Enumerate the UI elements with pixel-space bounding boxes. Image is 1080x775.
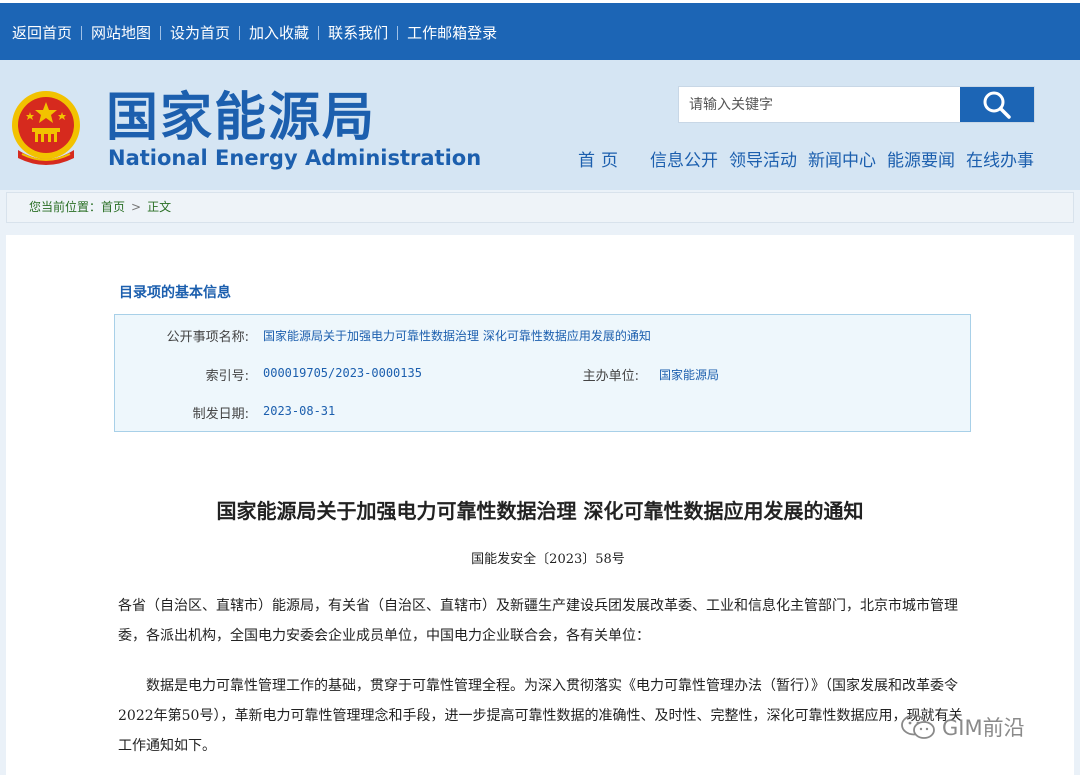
top-link-work-email[interactable]: 工作邮箱登录 xyxy=(407,22,497,43)
top-link-home[interactable]: 返回首页 xyxy=(12,22,72,43)
breadcrumb-home-link[interactable]: 首页 xyxy=(101,200,125,214)
search-input[interactable] xyxy=(679,87,981,122)
wechat-icon xyxy=(901,714,935,739)
nav-item-leader-activities[interactable]: 领导活动 xyxy=(729,146,797,171)
item-name-label: 公开事项名称: xyxy=(166,330,249,345)
top-link-set-homepage[interactable]: 设为首页 xyxy=(170,22,230,43)
info-table: 公开事项名称: 国家能源局关于加强电力可靠性数据治理 深化可靠性数据应用发展的通… xyxy=(114,314,971,432)
divider xyxy=(160,25,162,40)
main-nav: 首页 信息公开 领导活动 新闻中心 能源要闻 在线办事 xyxy=(578,146,1045,171)
divider xyxy=(81,25,83,40)
date-label: 制发日期: xyxy=(192,407,249,422)
divider xyxy=(239,25,241,40)
site-title-en: National Energy Administration xyxy=(108,146,482,170)
article-content: 目录项的基本信息 公开事项名称: 国家能源局关于加强电力可靠性数据治理 深化可靠… xyxy=(6,235,1074,775)
nav-item-online-services[interactable]: 在线办事 xyxy=(966,146,1034,171)
nav-item-energy-news[interactable]: 能源要闻 xyxy=(887,146,955,171)
info-section-title: 目录项的基本信息 xyxy=(119,285,231,301)
breadcrumb-current: 正文 xyxy=(147,200,172,214)
search-box xyxy=(678,86,1035,123)
divider xyxy=(318,25,320,40)
breadcrumb: 您当前位置：首页 > 正文 xyxy=(6,192,1074,223)
paragraph-addressees: 各省（自治区、直辖市）能源局，有关省（自治区、直辖市）及新疆生产建设兵团发展改革… xyxy=(118,598,958,644)
breadcrumb-prefix: 您当前位置： xyxy=(29,200,102,214)
top-link-sitemap[interactable]: 网站地图 xyxy=(91,22,151,43)
paragraph-body: 数据是电力可靠性管理工作的基础，贯穿于可靠性管理全程。为深入贯彻落实《电力可靠性… xyxy=(118,678,963,754)
search-button[interactable] xyxy=(960,87,1034,122)
nav-item-home[interactable]: 首页 xyxy=(578,146,624,171)
item-name-value: 国家能源局关于加强电力可靠性数据治理 深化可靠性数据应用发展的通知 xyxy=(263,329,651,343)
watermark-text: GIM前沿 xyxy=(942,716,1025,740)
date-value: 2023-08-31 xyxy=(263,404,336,418)
top-links: 返回首页 网站地图 设为首页 加入收藏 联系我们 工作邮箱登录 xyxy=(12,22,497,43)
document-number: 国能发安全〔2023〕58号 xyxy=(471,552,625,567)
site-title-cn[interactable]: 国家能源局 xyxy=(106,88,376,148)
breadcrumb-arrow-icon: > xyxy=(131,200,142,214)
site-header: 国家能源局 National Energy Administration 首页 … xyxy=(0,60,1080,190)
index-label: 索引号: xyxy=(205,369,249,384)
org-label: 主办单位: xyxy=(582,369,639,384)
nav-item-news-center[interactable]: 新闻中心 xyxy=(808,146,876,171)
top-link-bookmark[interactable]: 加入收藏 xyxy=(249,22,309,43)
search-icon xyxy=(983,91,1011,119)
nav-item-info-disclosure[interactable]: 信息公开 xyxy=(650,146,718,171)
document-title: 国家能源局关于加强电力可靠性数据治理 深化可靠性数据应用发展的通知 xyxy=(216,499,864,523)
watermark: GIM前沿 xyxy=(900,712,1025,742)
national-emblem-icon xyxy=(12,91,80,165)
org-value: 国家能源局 xyxy=(659,368,720,382)
top-link-contact[interactable]: 联系我们 xyxy=(328,22,388,43)
top-bar: 返回首页 网站地图 设为首页 加入收藏 联系我们 工作邮箱登录 xyxy=(0,0,1080,60)
divider xyxy=(397,25,399,40)
index-value: 000019705/2023-0000135 xyxy=(263,366,422,380)
